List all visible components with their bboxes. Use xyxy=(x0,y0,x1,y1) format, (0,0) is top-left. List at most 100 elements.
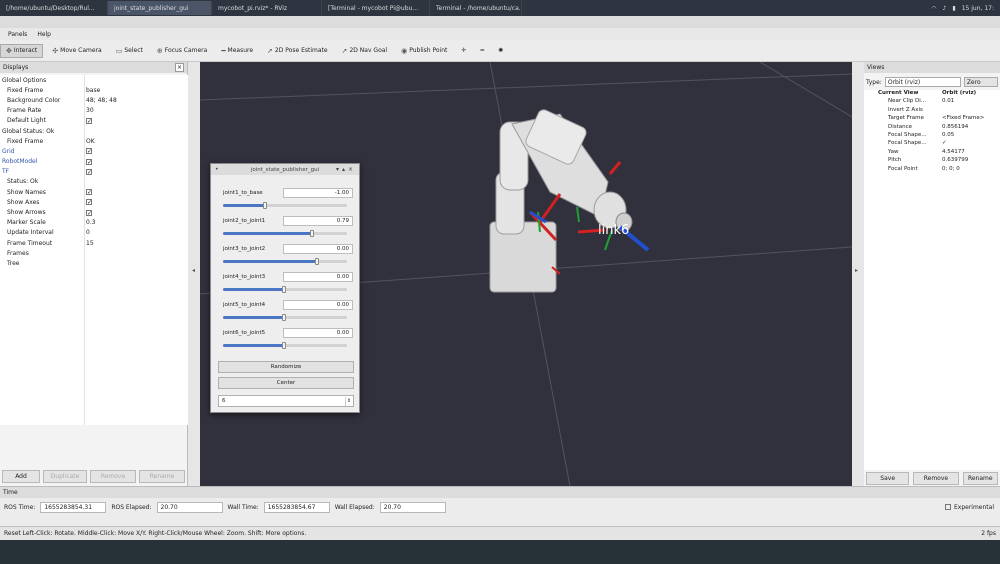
joint-count-spinbox[interactable]: 6 ⇕ xyxy=(218,395,354,407)
views-row-value[interactable]: Orbit (rviz) xyxy=(942,90,976,96)
taskbar-task[interactable]: [/home/ubuntu/Desktop/Rul... xyxy=(0,1,108,15)
clock[interactable]: 15 jun, 17: xyxy=(962,5,994,12)
menu-panels[interactable]: Panels xyxy=(8,31,27,38)
displays-row[interactable]: Fixed Frame base xyxy=(0,85,188,95)
joint-value-field[interactable]: 0.00 xyxy=(283,272,353,282)
joint-slider-handle[interactable] xyxy=(281,342,286,349)
joint-slider[interactable] xyxy=(223,342,347,349)
remove-button[interactable]: Remove xyxy=(90,470,136,483)
remove-view-button[interactable]: Remove xyxy=(913,472,959,485)
displays-row-checkbox[interactable]: ✓ xyxy=(86,168,92,175)
joint-slider[interactable] xyxy=(223,230,347,237)
pin-icon[interactable]: • xyxy=(215,166,219,173)
collapse-right-icon[interactable]: ▸ xyxy=(855,267,858,274)
joint-slider-handle[interactable] xyxy=(310,230,315,237)
displays-row[interactable]: Frame Rate 30 xyxy=(0,106,188,116)
views-row[interactable]: Target Frame <Fixed Frame> xyxy=(864,115,1000,123)
displays-row-value[interactable]: 0 xyxy=(86,229,90,236)
minus-icon[interactable]: ━ xyxy=(475,45,489,56)
joint-slider[interactable] xyxy=(223,314,347,321)
save-view-button[interactable]: Save xyxy=(866,472,910,485)
displays-row[interactable]: Show Arrows ✓ xyxy=(0,207,188,217)
joint-state-publisher-window[interactable]: • joint_state_publisher_gui ▾▴× joint1_t… xyxy=(210,163,360,413)
rename-button[interactable]: Rename xyxy=(139,470,185,483)
displays-row[interactable]: Update Interval 0 xyxy=(0,228,188,238)
tool-select[interactable]: ▭ Select xyxy=(111,45,148,57)
views-row-value[interactable]: 0.856194 xyxy=(942,124,968,130)
window-controls[interactable]: ▾▴× xyxy=(336,166,356,173)
left-splitter[interactable]: ◂ xyxy=(188,62,200,486)
views-row[interactable]: Focal Point 0; 0; 0 xyxy=(864,166,1000,174)
displays-row-checkbox[interactable]: ✓ xyxy=(86,189,92,196)
displays-row[interactable]: Status: Ok xyxy=(0,177,188,187)
joint-value-field[interactable]: 0.79 xyxy=(283,216,353,226)
joint-slider-handle[interactable] xyxy=(281,314,286,321)
displays-row[interactable]: TF ✓ xyxy=(0,167,188,177)
views-row-value[interactable]: 0; 0; 0 xyxy=(942,166,960,172)
menu-help[interactable]: Help xyxy=(37,31,51,38)
views-row[interactable]: Near Clip Di... 0.01 xyxy=(864,98,1000,106)
joint-value-field[interactable]: 0.00 xyxy=(283,300,353,310)
displays-row-value[interactable]: base xyxy=(86,87,100,94)
views-row-value[interactable]: 4.54177 xyxy=(942,149,965,155)
joint-slider[interactable] xyxy=(223,286,347,293)
duplicate-button[interactable]: Duplicate xyxy=(43,470,87,483)
displays-row[interactable]: Default Light ✓ xyxy=(0,116,188,126)
battery-icon[interactable]: ▮ xyxy=(952,5,955,12)
add-button[interactable]: Add xyxy=(2,470,40,483)
views-row-value[interactable]: 0.639799 xyxy=(942,157,968,163)
displays-row-value[interactable]: 30 xyxy=(86,107,94,114)
collapse-left-icon[interactable]: ◂ xyxy=(192,267,195,274)
taskbar-task[interactable]: mycobot_pi.rviz* - RViz xyxy=(212,1,322,15)
center-button[interactable]: Center xyxy=(218,377,354,389)
joint-slider[interactable] xyxy=(223,202,347,209)
taskbar-task[interactable]: joint_state_publisher_gui xyxy=(108,1,212,15)
displays-row-value[interactable]: 0.3 xyxy=(86,219,96,226)
displays-row[interactable]: Show Axes ✓ xyxy=(0,197,188,207)
views-row[interactable]: Pitch 0.639799 xyxy=(864,157,1000,165)
views-row[interactable]: Yaw 4.54177 xyxy=(864,149,1000,157)
wall-time-field[interactable]: 1655283854.67 xyxy=(263,501,330,513)
displays-row[interactable]: Global Options xyxy=(0,75,188,85)
displays-row[interactable]: Tree xyxy=(0,258,188,268)
views-row[interactable]: Current View Orbit (rviz) xyxy=(864,90,1000,98)
displays-row-checkbox[interactable]: ✓ xyxy=(86,117,92,124)
displays-row-value[interactable]: OK xyxy=(86,138,95,145)
joint-slider-handle[interactable] xyxy=(263,202,268,209)
displays-row-checkbox[interactable]: ✓ xyxy=(86,209,92,216)
displays-row-value[interactable]: 15 xyxy=(86,240,94,247)
tool-interact[interactable]: ✥ Interact xyxy=(0,43,44,58)
views-row-value[interactable]: 0.01 xyxy=(942,98,954,104)
wall-elapsed-field[interactable]: 20.70 xyxy=(379,501,446,513)
joint-slider-handle[interactable] xyxy=(281,286,286,293)
close-icon[interactable]: × xyxy=(175,63,184,72)
displays-row[interactable]: Background Color 48; 48; 48 xyxy=(0,95,188,105)
displays-row[interactable]: Frames xyxy=(0,248,188,258)
randomize-button[interactable]: Randomize xyxy=(218,361,354,373)
displays-row-checkbox[interactable]: ✓ xyxy=(86,199,92,206)
views-row-value[interactable]: 0.05 xyxy=(942,132,954,138)
jsp-titlebar[interactable]: • joint_state_publisher_gui ▾▴× xyxy=(211,164,359,175)
views-row-value[interactable]: ✓ xyxy=(942,140,947,146)
rename-view-button[interactable]: Rename xyxy=(962,472,998,485)
spin-arrows-icon[interactable]: ⇕ xyxy=(345,397,352,406)
view-type-select[interactable]: Orbit (rviz) xyxy=(884,77,961,87)
displays-row[interactable]: Global Status: Ok xyxy=(0,126,188,136)
ros-elapsed-field[interactable]: 20.70 xyxy=(156,501,223,513)
displays-row[interactable]: Marker Scale 0.3 xyxy=(0,218,188,228)
views-row-value[interactable]: <Fixed Frame> xyxy=(942,115,984,121)
displays-row-checkbox[interactable]: ✓ xyxy=(86,158,92,165)
taskbar-task[interactable]: [Terminal - mycobot Pi@ubu... xyxy=(322,1,430,15)
views-row[interactable]: Invert Z Axis xyxy=(864,107,1000,115)
tool-focus-camera[interactable]: ⊕ Focus Camera xyxy=(152,45,212,57)
displays-row[interactable]: RobotModel ✓ xyxy=(0,157,188,167)
joint-value-field[interactable]: -1.00 xyxy=(283,188,353,198)
displays-row[interactable]: Frame Timeout 15 xyxy=(0,238,188,248)
joint-slider[interactable] xyxy=(223,258,347,265)
tool-nav-goal[interactable]: ➚ 2D Nav Goal xyxy=(337,45,393,57)
displays-row[interactable]: Grid ✓ xyxy=(0,146,188,156)
displays-row-value[interactable]: 48; 48; 48 xyxy=(86,97,117,104)
camera-type-icon[interactable]: ✺ xyxy=(493,45,508,56)
zero-button[interactable]: Zero xyxy=(963,77,998,87)
tool-measure[interactable]: ━ Measure xyxy=(216,45,258,57)
